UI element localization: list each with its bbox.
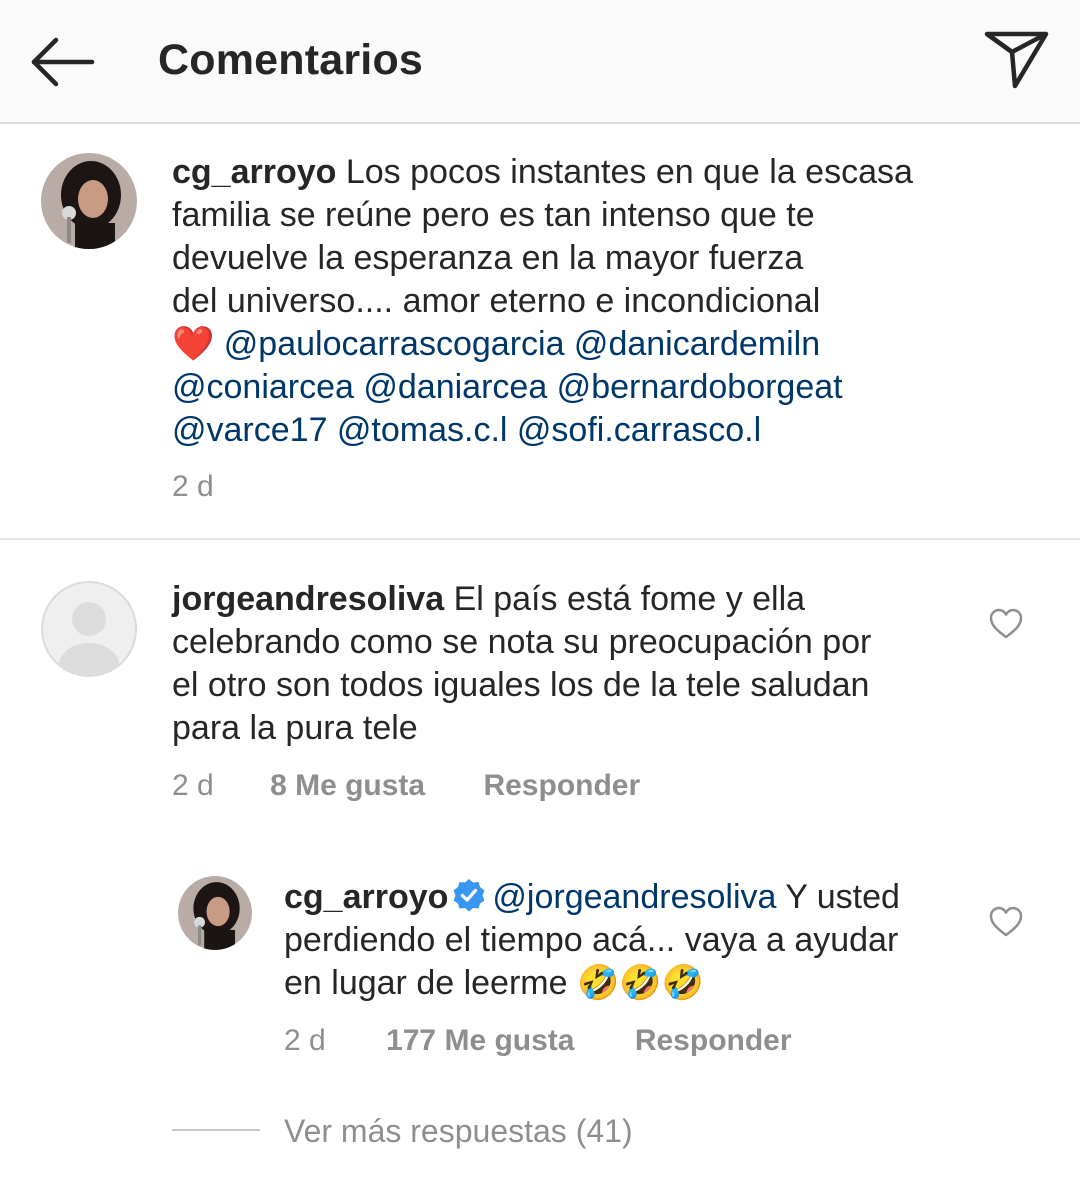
heart-outline-icon <box>989 906 1023 937</box>
like-button[interactable] <box>989 906 1023 938</box>
comment-body: jorgeandresoliva El país está fome y ell… <box>172 578 972 750</box>
comment-time: 2 d <box>172 769 214 802</box>
reply-meta: 2 d 177 Me gusta Responder <box>284 1024 792 1058</box>
heart-outline-icon <box>989 608 1023 639</box>
reply-text-line: perdiendo el tiempo acá... vaya a ayudar <box>284 921 899 959</box>
reply-button[interactable]: Responder <box>483 769 640 803</box>
comment-text-line: celebrando como se nota su preocupación … <box>172 623 872 661</box>
likes-count[interactable]: 177 Me gusta <box>386 1024 574 1058</box>
reply-button[interactable]: Responder <box>635 1024 792 1058</box>
header-bar: Comentarios <box>0 0 1080 124</box>
reply-body: cg_arroyo @jorgeandresoliva Y usted perd… <box>284 876 974 1005</box>
likes-count[interactable]: 8 Me gusta <box>270 769 425 803</box>
like-button[interactable] <box>989 608 1023 640</box>
mention-links[interactable]: @paulocarrascogarcia @danicardemiln <box>224 325 820 363</box>
mention-link[interactable]: @jorgeandresoliva <box>492 878 776 916</box>
send-icon <box>984 31 1049 89</box>
reply-time: 2 d <box>284 1024 326 1057</box>
avatar[interactable] <box>41 153 137 249</box>
comment-text-line: para la pura tele <box>172 709 418 747</box>
laughing-emojis: 🤣🤣🤣 <box>576 963 704 1003</box>
comment-text-line: familia se reúne pero es tan intenso que… <box>172 196 815 234</box>
comment-text-line: Los pocos instantes en que la escasa <box>345 153 913 191</box>
reply-text-line: en lugar de leerme <box>284 964 568 1002</box>
avatar[interactable] <box>178 876 252 950</box>
verified-badge-icon <box>453 879 485 912</box>
comment-meta: 2 d <box>172 470 214 504</box>
mention-links[interactable]: @varce17 @tomas.c.l @sofi.carrasco.l <box>172 409 1032 452</box>
comment-body: cg_arroyo Los pocos instantes en que la … <box>172 151 1032 452</box>
avatar-placeholder-icon <box>59 602 119 675</box>
divider <box>0 538 1080 540</box>
page-title: Comentarios <box>158 36 424 84</box>
reply-username[interactable]: cg_arroyo <box>284 878 448 916</box>
share-button[interactable] <box>982 28 1052 92</box>
comment-text-line: el otro son todos iguales los de la tele… <box>172 666 870 704</box>
comment-username[interactable]: jorgeandresoliva <box>172 580 444 618</box>
comment-time: 2 d <box>172 470 214 503</box>
comment-text-line: del universo.... amor eterno e incondici… <box>172 282 821 320</box>
comment-meta: 2 d 8 Me gusta Responder <box>172 769 640 803</box>
avatar-placeholder[interactable] <box>41 581 137 677</box>
comment-username[interactable]: cg_arroyo <box>172 153 336 191</box>
back-button[interactable] <box>28 34 98 90</box>
view-more-replies-button[interactable]: Ver más respuestas (41) <box>284 1113 633 1150</box>
more-replies-line <box>172 1129 260 1131</box>
back-arrow-icon <box>31 37 95 87</box>
reply-text-line: Y usted <box>785 878 900 916</box>
mention-links[interactable]: @coniarcea @daniarcea @bernardoborgeat <box>172 366 1032 409</box>
comment-text-line: devuelve la esperanza en la mayor fuerza <box>172 239 804 277</box>
comment-text-line: El país está fome y ella <box>453 580 806 618</box>
red-heart-emoji: ❤️ <box>172 324 215 364</box>
